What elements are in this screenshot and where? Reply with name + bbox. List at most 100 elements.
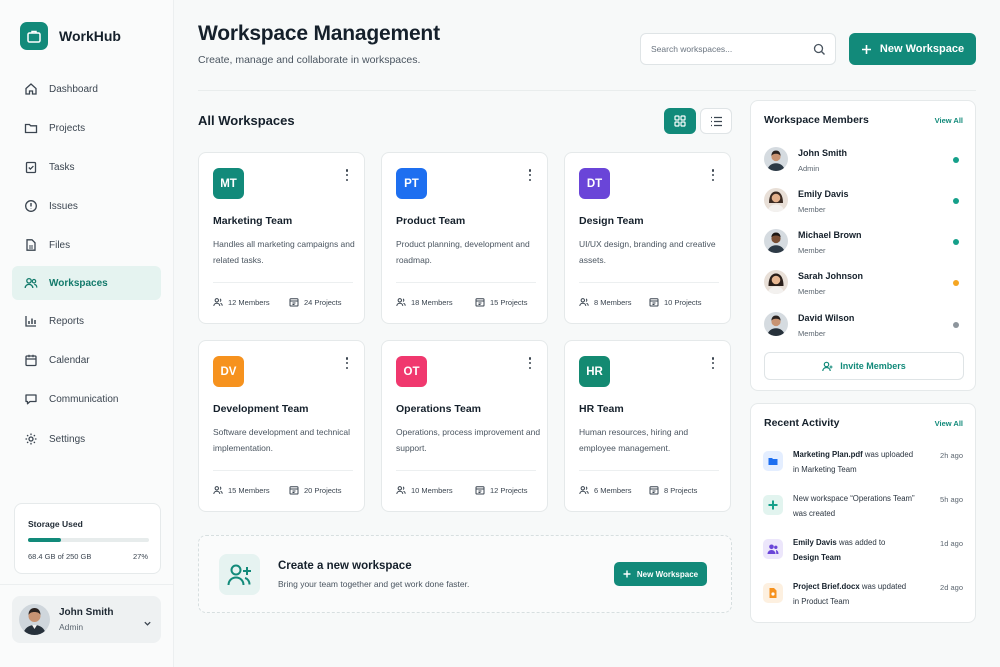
activity-time: 2h ago xyxy=(940,451,963,460)
search-icon xyxy=(813,43,826,61)
workspace-initials-badge: DV xyxy=(213,356,244,387)
view-all-activity-link[interactable]: View All xyxy=(935,419,963,428)
calendar-icon xyxy=(649,298,659,307)
workspace-description: Handles all marketing campaigns and rela… xyxy=(213,239,355,265)
more-options-icon[interactable] xyxy=(707,356,719,370)
calendar-icon xyxy=(475,486,485,495)
app-name: WorkHub xyxy=(59,28,121,44)
users-icon xyxy=(23,275,39,291)
grid-view-toggle[interactable] xyxy=(664,108,696,134)
storage-progress-bar xyxy=(28,538,149,542)
workspace-description: Operations, process improvement and supp… xyxy=(396,427,541,453)
users-icon xyxy=(213,486,223,495)
member-role: Member xyxy=(798,246,826,255)
users-icon xyxy=(396,486,406,495)
home-icon xyxy=(23,81,39,97)
more-options-icon[interactable] xyxy=(524,168,536,182)
workspace-card[interactable]: DV Development Team Software development… xyxy=(198,340,365,512)
activity-item: Marketing Plan.pdf was uploaded in Market… xyxy=(793,450,914,474)
divider xyxy=(579,470,719,471)
workspace-card[interactable]: MT Marketing Team Handles all marketing … xyxy=(198,152,365,324)
workspace-initials-badge: PT xyxy=(396,168,427,199)
avatar xyxy=(764,312,788,336)
sidebar-item-files[interactable]: Files xyxy=(12,228,161,262)
workspace-initials-badge: OT xyxy=(396,356,427,387)
banner-title: Create a new workspace xyxy=(278,560,412,572)
sidebar-item-workspaces[interactable]: Workspaces xyxy=(12,266,161,300)
more-options-icon[interactable] xyxy=(524,356,536,370)
users-icon xyxy=(213,298,223,307)
calendar-icon xyxy=(23,352,39,368)
user-add-icon xyxy=(219,554,260,595)
user-profile-menu[interactable]: John Smith Admin xyxy=(12,596,161,643)
member-name: David Wilson xyxy=(798,313,855,323)
sidebar-item-label: Settings xyxy=(49,433,86,445)
user-role: Admin xyxy=(59,622,84,632)
workspace-card[interactable]: DT Design Team UI/UX design, branding an… xyxy=(564,152,731,324)
status-dot xyxy=(953,239,959,245)
storage-title: Storage Used xyxy=(28,519,83,529)
storage-used-text: 68.4 GB of 250 GB xyxy=(28,552,92,561)
workspace-card[interactable]: PT Product Team Product planning, develo… xyxy=(381,152,548,324)
banner-new-workspace-button[interactable]: New Workspace xyxy=(614,562,707,586)
sidebar-item-calendar[interactable]: Calendar xyxy=(12,343,161,377)
new-workspace-button[interactable]: New Workspace xyxy=(849,33,976,65)
workspace-projects-count: 10 Projects xyxy=(649,297,702,307)
sidebar-item-communication[interactable]: Communication xyxy=(12,382,161,416)
workspace-projects-count: 20 Projects xyxy=(289,485,342,495)
member-name: Emily Davis xyxy=(798,189,849,199)
activity-time: 2d ago xyxy=(940,583,963,592)
more-options-icon[interactable] xyxy=(341,356,353,370)
more-options-icon[interactable] xyxy=(707,168,719,182)
workspace-members-count: 8 Members xyxy=(579,297,632,307)
workspace-projects-count: 12 Projects xyxy=(475,485,528,495)
avatar xyxy=(764,147,788,171)
gear-icon xyxy=(23,431,39,447)
invite-members-button[interactable]: Invite Members xyxy=(764,352,964,380)
invite-members-label: Invite Members xyxy=(840,361,906,371)
workspace-description: UI/UX design, branding and creative asse… xyxy=(579,239,716,265)
status-dot xyxy=(953,157,959,163)
chat-icon xyxy=(23,391,39,407)
sidebar: WorkHub Dashboard Projects Tasks Issues … xyxy=(0,0,174,667)
sidebar-item-projects[interactable]: Projects xyxy=(12,111,161,145)
file-upload-icon xyxy=(763,451,783,471)
workspace-card[interactable]: OT Operations Team Operations, process i… xyxy=(381,340,548,512)
section-title: All Workspaces xyxy=(198,113,295,128)
new-workspace-label: New Workspace xyxy=(879,43,965,55)
sidebar-item-tasks[interactable]: Tasks xyxy=(12,150,161,184)
search-input[interactable]: Search workspaces... xyxy=(640,33,836,65)
avatar xyxy=(764,188,788,212)
workspace-members-count: 6 Members xyxy=(579,485,632,495)
recent-activity-panel: Recent Activity View All Marketing Plan.… xyxy=(750,403,976,623)
activity-time: 5h ago xyxy=(940,495,963,504)
workspace-members-panel: Workspace Members View All John Smith Ad… xyxy=(750,100,976,391)
avatar xyxy=(764,229,788,253)
divider xyxy=(579,282,719,283)
avatar xyxy=(19,604,50,635)
sidebar-item-dashboard[interactable]: Dashboard xyxy=(12,72,161,106)
sidebar-item-issues[interactable]: Issues xyxy=(12,189,161,223)
document-icon xyxy=(763,583,783,603)
workspace-initials-badge: HR xyxy=(579,356,610,387)
storage-percent: 27% xyxy=(132,552,148,561)
workspace-description: Product planning, development and roadma… xyxy=(396,239,530,265)
workspace-name: Marketing Team xyxy=(213,215,293,227)
page-title: Workspace Management xyxy=(198,22,440,45)
view-all-members-link[interactable]: View All xyxy=(935,116,963,125)
sidebar-item-label: Calendar xyxy=(49,354,90,366)
calendar-icon xyxy=(289,298,299,307)
workspace-card[interactable]: HR HR Team Human resources, hiring and e… xyxy=(564,340,731,512)
more-options-icon[interactable] xyxy=(341,168,353,182)
calendar-icon xyxy=(475,298,485,307)
member-name: John Smith xyxy=(798,148,847,158)
sidebar-item-reports[interactable]: Reports xyxy=(12,304,161,338)
workspace-description: Software development and technical imple… xyxy=(213,427,351,453)
list-view-toggle[interactable] xyxy=(700,108,732,134)
sidebar-item-settings[interactable]: Settings xyxy=(12,422,161,456)
divider xyxy=(213,282,353,283)
file-icon xyxy=(23,237,39,253)
alert-circle-icon xyxy=(23,198,39,214)
workspace-members-count: 15 Members xyxy=(213,485,270,495)
panel-title: Recent Activity xyxy=(764,417,840,429)
